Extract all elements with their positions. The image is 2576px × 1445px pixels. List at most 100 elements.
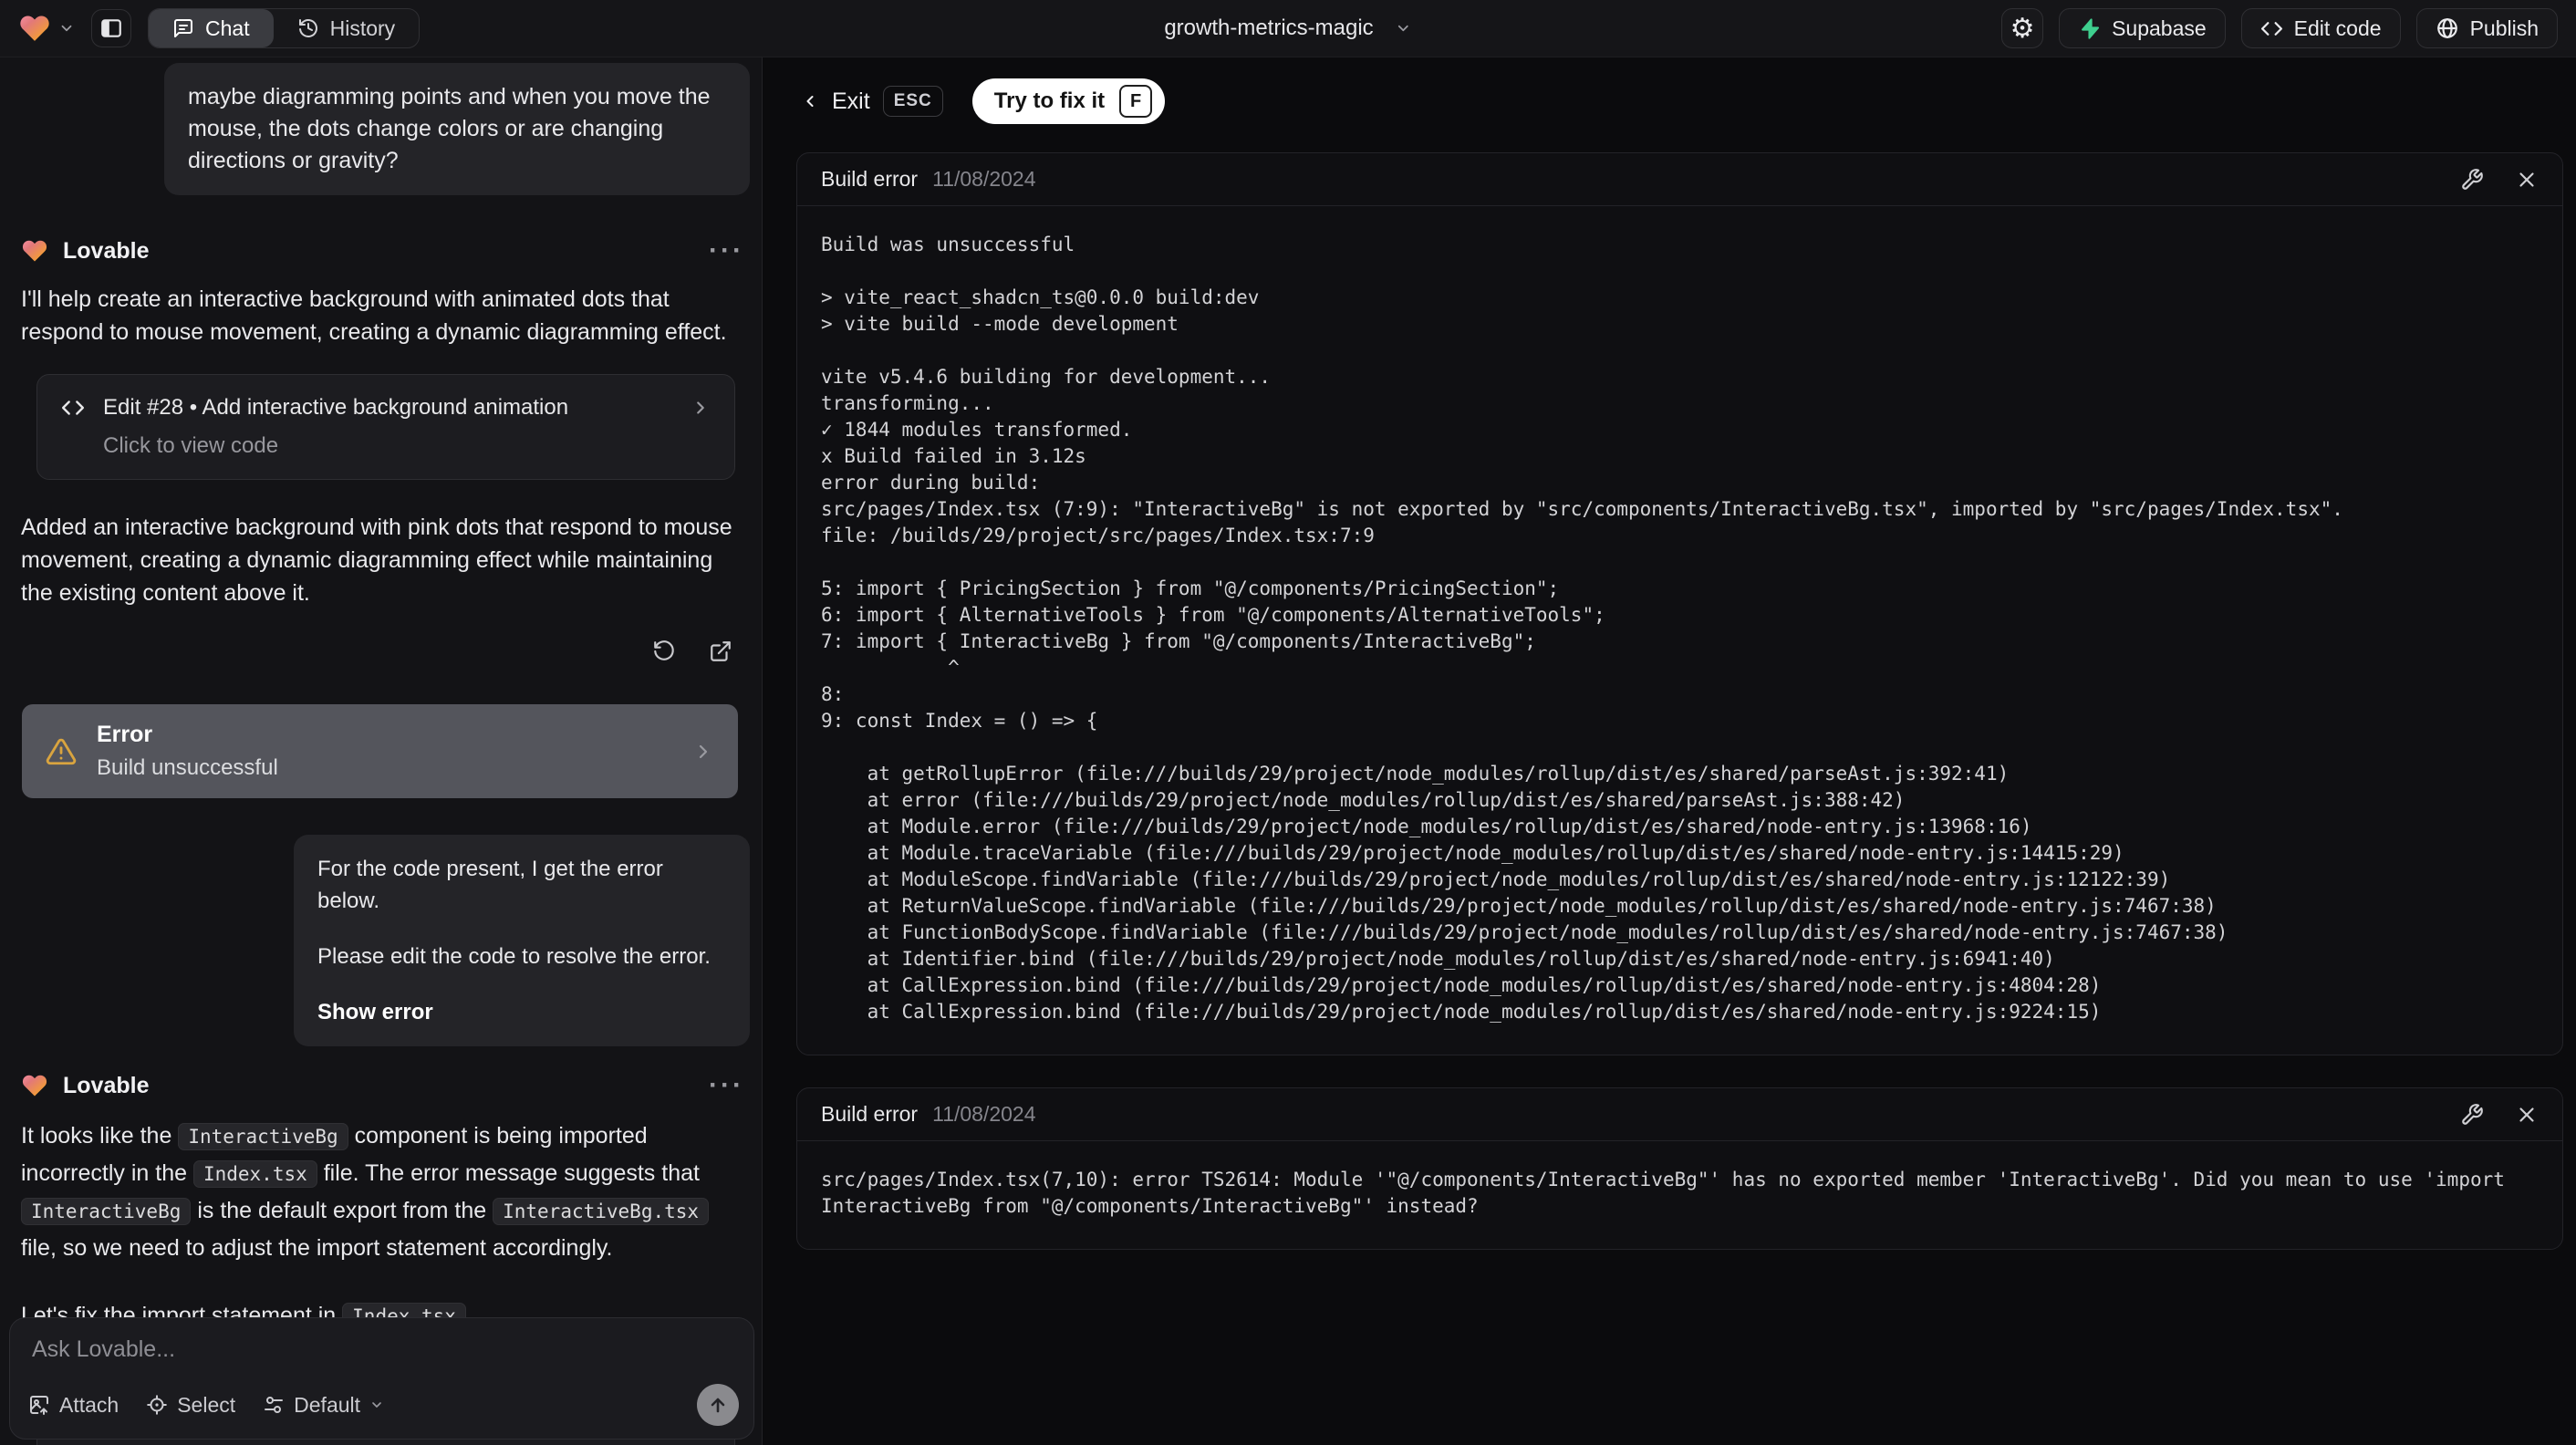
exit-label: Exit: [832, 88, 870, 114]
heart-logo-icon: [21, 1072, 48, 1099]
chevron-down-icon: [1396, 20, 1412, 36]
top-bar: Chat History growth-metrics-magic ⚙ Supa…: [0, 0, 2576, 57]
error-card-title: Error: [97, 722, 153, 747]
more-icon[interactable]: ···: [709, 1070, 750, 1101]
chevron-left-icon: [801, 92, 819, 110]
project-switcher[interactable]: growth-metrics-magic: [1164, 16, 1411, 41]
text-segment: is the default export from the: [191, 1198, 493, 1223]
select-button[interactable]: Select: [146, 1393, 235, 1418]
inline-code: Index.tsx: [192, 1160, 317, 1188]
assistant-name: Lovable: [63, 1072, 150, 1098]
composer: Attach Select: [9, 1317, 754, 1440]
error-card-subtitle: Build unsuccessful: [97, 755, 278, 780]
model-selector[interactable]: Default: [263, 1393, 384, 1418]
edit-card-title: Edit #28 • Add interactive background an…: [103, 395, 569, 420]
build-error-panel-2: Build error 11/08/2024 src/pages/Index.t…: [796, 1087, 2563, 1250]
user-message: For the code present, I get the error be…: [294, 835, 750, 1046]
sidebar-toggle-button[interactable]: [91, 9, 131, 47]
code-icon: [2260, 17, 2283, 40]
publish-label: Publish: [2469, 16, 2539, 40]
inline-code: InteractiveBg: [21, 1198, 192, 1225]
chevron-down-icon: [369, 1398, 384, 1412]
wrench-icon[interactable]: [2460, 168, 2484, 192]
assistant-name: Lovable: [63, 237, 150, 264]
panel-left-icon: [99, 16, 123, 40]
build-error-log: src/pages/Index.tsx(7,10): error TS2614:…: [821, 1169, 2517, 1217]
show-error-link[interactable]: Show error: [317, 996, 726, 1028]
message-actions: [21, 633, 750, 670]
main-split: maybe diagramming points and when you mo…: [0, 57, 2576, 1445]
close-icon[interactable]: [2515, 168, 2539, 192]
chevron-down-icon: [58, 20, 75, 36]
error-overlay-header: Exit ESC Try to fix it F: [801, 78, 2576, 124]
globe-icon: [2436, 16, 2459, 40]
build-error-title: Build error: [821, 167, 919, 191]
project-name: growth-metrics-magic: [1164, 16, 1374, 40]
send-button[interactable]: [697, 1384, 739, 1426]
try-to-fix-button[interactable]: Try to fix it F: [971, 78, 1166, 124]
chat-scroll-area[interactable]: maybe diagramming points and when you mo…: [0, 57, 762, 1445]
refresh-icon[interactable]: [646, 633, 682, 670]
edit-code-label: Edit code: [2293, 16, 2382, 40]
arrow-up-icon: [707, 1394, 729, 1416]
lovable-app: Chat History growth-metrics-magic ⚙ Supa…: [0, 0, 2576, 1445]
assistant-message-header: Lovable ···: [21, 234, 750, 268]
attach-button[interactable]: Attach: [28, 1393, 119, 1418]
logo-menu[interactable]: [18, 12, 75, 45]
assistant-text: I'll help create an interactive backgrou…: [21, 286, 727, 345]
esc-key-badge: ESC: [882, 86, 943, 117]
settings-button[interactable]: ⚙: [2001, 8, 2044, 48]
build-error-date: 11/08/2024: [932, 1102, 1036, 1126]
locate-icon: [146, 1394, 168, 1416]
tab-chat[interactable]: Chat: [149, 9, 274, 47]
select-label: Select: [177, 1392, 236, 1417]
external-link-icon[interactable]: [702, 633, 739, 670]
warning-triangle-icon: [46, 736, 77, 767]
build-error-log-container[interactable]: Build was unsuccessful > vite_react_shad…: [797, 206, 2562, 1055]
gear-icon: ⚙: [2010, 13, 2035, 44]
build-error-card[interactable]: Error Build unsuccessful: [22, 704, 738, 798]
assistant-text: Added an interactive background with pin…: [21, 515, 732, 606]
close-icon[interactable]: [2515, 1103, 2539, 1127]
user-message-line: Please edit the code to resolve the erro…: [317, 944, 711, 969]
more-icon[interactable]: ···: [709, 235, 750, 266]
supabase-label: Supabase: [2112, 16, 2207, 40]
chevron-right-icon: [692, 741, 714, 763]
assistant-text: It looks like the InteractiveBg componen…: [21, 1118, 750, 1266]
chat-panel: maybe diagramming points and when you mo…: [0, 57, 763, 1445]
model-label: Default: [294, 1392, 361, 1417]
user-message-line: For the code present, I get the error be…: [317, 857, 663, 913]
supabase-button[interactable]: Supabase: [2059, 8, 2226, 48]
edit-card-28[interactable]: Edit #28 • Add interactive background an…: [36, 374, 735, 480]
chevron-right-icon: [691, 398, 711, 418]
history-icon: [297, 17, 319, 39]
code-icon: [61, 396, 85, 420]
attach-label: Attach: [59, 1392, 119, 1417]
edit-code-button[interactable]: Edit code: [2240, 8, 2401, 48]
chat-input[interactable]: [32, 1336, 732, 1377]
topbar-actions: ⚙ Supabase Edit code Publish: [2001, 8, 2558, 48]
tab-history-label: History: [329, 16, 396, 40]
chat-bubble-icon: [172, 17, 194, 39]
build-error-log-container[interactable]: src/pages/Index.tsx(7,10): error TS2614:…: [797, 1141, 2562, 1249]
heart-logo-icon: [18, 12, 51, 45]
image-up-icon: [28, 1394, 50, 1416]
wrench-icon[interactable]: [2460, 1103, 2484, 1127]
build-error-date: 11/08/2024: [932, 167, 1036, 191]
user-message: maybe diagramming points and when you mo…: [164, 63, 750, 195]
chat-history-tabs: Chat History: [148, 8, 421, 48]
publish-button[interactable]: Publish: [2415, 8, 2558, 48]
inline-code: InteractiveBg.tsx: [493, 1198, 710, 1225]
exit-button[interactable]: Exit: [801, 88, 870, 115]
text-segment: It looks like the: [21, 1123, 179, 1149]
supabase-bolt-icon: [2078, 17, 2101, 40]
fix-button-label: Try to fix it: [993, 88, 1106, 113]
heart-logo-icon: [21, 237, 48, 265]
composer-toolbar: Attach Select Default: [28, 1384, 739, 1426]
edit-card-subtitle: Click to view code: [103, 433, 279, 458]
assistant-message-header: Lovable ···: [21, 1068, 750, 1103]
build-error-panel-1: Build error 11/08/2024 Build was unsucce…: [796, 152, 2563, 1055]
build-error-log: Build was unsuccessful > vite_react_shad…: [821, 234, 2343, 1023]
tab-history[interactable]: History: [274, 9, 420, 47]
sliders-icon: [263, 1394, 285, 1416]
